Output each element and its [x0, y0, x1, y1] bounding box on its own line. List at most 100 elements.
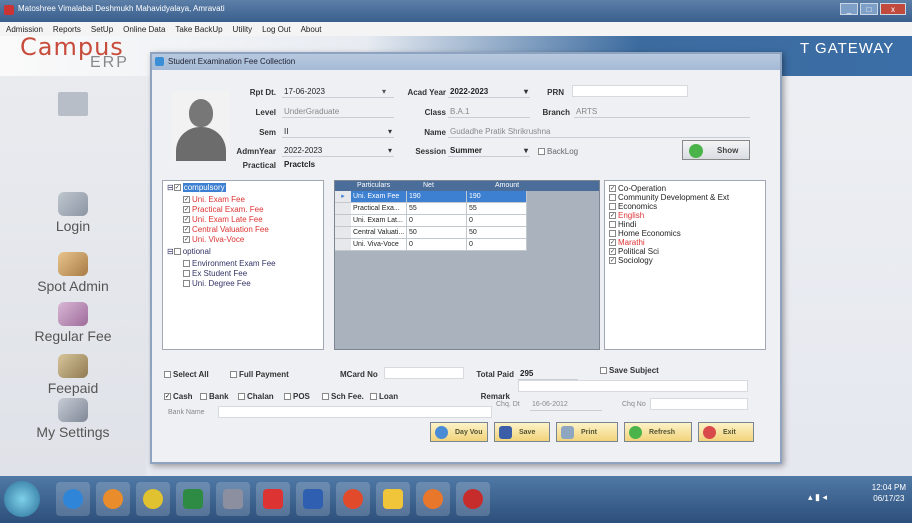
table-cell[interactable]: 55 [467, 203, 527, 215]
day-vou-button[interactable]: Day Vou [430, 422, 488, 442]
table-cell[interactable]: 55 [407, 203, 467, 215]
tree-item[interactable]: Ex Student Fee [183, 269, 247, 278]
chq-no-input[interactable] [650, 398, 748, 410]
table-cell[interactable]: Uni. Viva-Voce [351, 239, 407, 251]
taskbar-chrome[interactable] [136, 482, 170, 516]
table-cell[interactable]: Uni. Exam Lat... [351, 215, 407, 227]
backlog-checkbox[interactable]: BackLog [538, 147, 578, 156]
taskbar-media[interactable] [96, 482, 130, 516]
subject-item[interactable]: Home Economics [609, 229, 681, 238]
full-payment-checkbox[interactable]: Full Payment [230, 370, 289, 379]
taskbar-chrome-2[interactable] [336, 482, 370, 516]
calendar-dropdown-icon[interactable]: ▾ [380, 85, 394, 98]
start-button[interactable] [4, 481, 40, 517]
subject-item[interactable]: ✓ Sociology [609, 256, 653, 265]
table-cell[interactable]: Uni. Exam Fee [351, 191, 407, 203]
table-cell[interactable]: 0 [407, 215, 467, 227]
table-row[interactable]: Uni. Viva-Voce 0 0 [335, 239, 599, 251]
row-header[interactable]: ▸ [335, 191, 351, 203]
sidebar-item-regular-fee[interactable]: Regular Fee [0, 302, 146, 344]
table-row[interactable]: ▸ Uni. Exam Fee 190 190 [335, 191, 599, 203]
taskbar-explorer[interactable] [376, 482, 410, 516]
tree-item[interactable]: ✓ Central Valuation Fee [183, 225, 269, 234]
sem-dropdown[interactable]: II [282, 125, 394, 138]
subject-item[interactable]: Economics [609, 202, 657, 211]
subject-item[interactable]: Community Development & Ext [609, 193, 729, 202]
class-field[interactable]: B.A.1 [448, 105, 530, 118]
taskbar-word[interactable] [296, 482, 330, 516]
sidebar-item-feepaid[interactable]: Feepaid [0, 354, 146, 396]
notification-icon[interactable]: ▴ [808, 492, 813, 502]
clock[interactable]: 12:04 PM 06/17/23 [872, 482, 906, 504]
menu-take-backup[interactable]: Take BackUp [175, 25, 222, 34]
pay-mode-bank[interactable]: Bank [200, 392, 229, 401]
branch-field[interactable]: ARTS [574, 105, 750, 118]
row-header[interactable] [335, 239, 351, 251]
pay-mode-loan[interactable]: Loan [370, 392, 398, 401]
taskbar-excel[interactable] [176, 482, 210, 516]
taskbar-app[interactable] [216, 482, 250, 516]
pay-mode-sch-fee[interactable]: Sch Fee. [322, 392, 364, 401]
sidebar-item-my-settings[interactable]: My Settings [0, 398, 146, 440]
subject-item[interactable]: ✓ Co-Operation [609, 184, 666, 193]
save-button[interactable]: Save [494, 422, 550, 442]
tree-item[interactable]: ✓ Uni. Exam Late Fee [183, 215, 263, 224]
table-cell[interactable]: 190 [467, 191, 527, 203]
subject-checkbox[interactable]: ✓ [609, 212, 616, 220]
table-row[interactable]: Uni. Exam Lat... 0 0 [335, 215, 599, 227]
table-cell[interactable]: 0 [407, 239, 467, 251]
bank-name-input[interactable] [218, 406, 492, 418]
select-all-checkbox[interactable]: Select All [164, 370, 209, 379]
minimize-button[interactable]: _ [840, 3, 858, 15]
table-cell[interactable]: Practical Exa... [351, 203, 407, 215]
tree-item[interactable]: Environment Exam Fee [183, 259, 276, 268]
acad-year-dropdown[interactable]: 2022-2023 [448, 85, 530, 98]
mcard-input[interactable] [384, 367, 464, 379]
table-cell[interactable]: 0 [467, 239, 527, 251]
tree-node-compulsory[interactable]: ⊟✓ compulsory [167, 183, 226, 192]
maximize-button[interactable]: □ [860, 3, 878, 15]
sidebar-item-login[interactable]: Login [0, 192, 146, 234]
table-cell[interactable]: Central Valuati... [351, 227, 407, 239]
subject-checkbox[interactable] [609, 230, 616, 238]
subject-checkbox[interactable] [609, 194, 616, 202]
tree-item[interactable]: Uni. Degree Fee [183, 279, 251, 288]
pay-mode-pos[interactable]: POS [284, 392, 310, 401]
name-field[interactable]: Gudadhe Pratik Shrikrushna [448, 125, 750, 138]
subject-item[interactable]: Hindi [609, 220, 636, 229]
admn-year-dropdown[interactable]: 2022-2023 [282, 144, 394, 157]
fee-grid[interactable]: Particulars Net Amount ▸ Uni. Exam Fee 190… [334, 180, 600, 350]
print-button[interactable]: Print [556, 422, 618, 442]
tree-node-optional[interactable]: ⊟ optional [167, 247, 211, 256]
subject-checkbox[interactable] [609, 203, 616, 211]
subject-checkbox[interactable]: ✓ [609, 248, 616, 256]
subject-item[interactable]: ✓ English [609, 211, 644, 220]
subject-item[interactable]: ✓ Marathi [609, 238, 645, 247]
taskbar-pdf[interactable] [256, 482, 290, 516]
tree-item[interactable]: ✓ Uni. Viva-Voce [183, 235, 244, 244]
tree-item[interactable]: ✓ Practical Exam. Fee [183, 205, 264, 214]
menu-log-out[interactable]: Log Out [262, 25, 290, 34]
taskbar-campus-app[interactable] [456, 482, 490, 516]
level-field[interactable]: UnderGraduate [282, 105, 394, 118]
pay-mode-chalan[interactable]: Chalan [238, 392, 274, 401]
subject-checkbox[interactable]: ✓ [609, 239, 616, 247]
table-cell[interactable]: 50 [467, 227, 527, 239]
table-cell[interactable]: 50 [407, 227, 467, 239]
row-header[interactable] [335, 215, 351, 227]
subject-checkbox[interactable] [609, 221, 616, 229]
tree-item[interactable]: ✓ Uni. Exam Fee [183, 195, 245, 204]
subject-item[interactable]: ✓ Political Sci [609, 247, 659, 256]
menu-about[interactable]: About [301, 25, 322, 34]
refresh-button[interactable]: Refresh [624, 422, 692, 442]
rpt-dt-field[interactable]: 17-06-2023 [282, 85, 394, 98]
menu-online-data[interactable]: Online Data [123, 25, 165, 34]
show-button[interactable]: Show [682, 140, 750, 160]
table-cell[interactable]: 0 [467, 215, 527, 227]
close-button[interactable]: x [880, 3, 906, 15]
table-cell[interactable]: 190 [407, 191, 467, 203]
sidebar-item-spot-admin[interactable]: Spot Admin [0, 252, 146, 294]
chq-dt-field[interactable]: 16-06-2012 [530, 398, 602, 411]
row-header[interactable] [335, 227, 351, 239]
pay-mode-cash[interactable]: ✓ Cash [164, 392, 193, 401]
